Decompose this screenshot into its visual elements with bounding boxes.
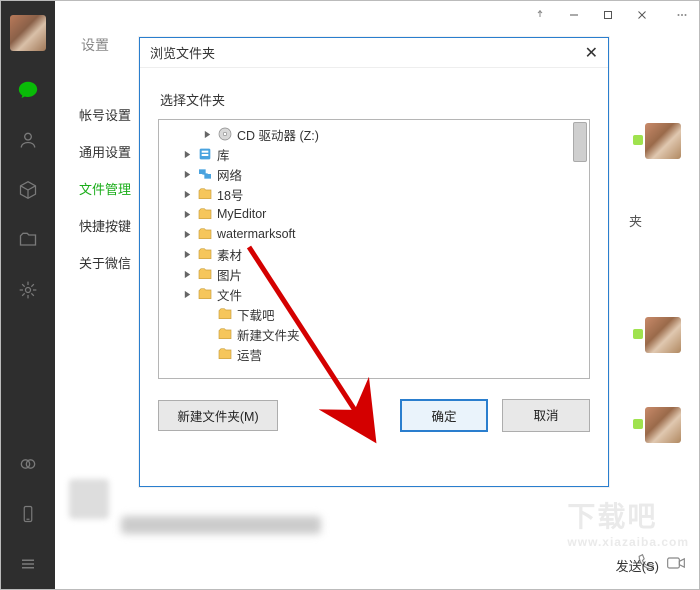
ok-button[interactable]: 确定 [400, 399, 488, 432]
tree-item-label: 18号 [217, 185, 243, 204]
tree-item-label: 素材 [217, 245, 242, 264]
folder-tree[interactable]: CD 驱动器 (Z:) 库网络18号 MyEditor watermarksoft 素材… [158, 119, 590, 379]
tree-item-label: 图片 [217, 265, 242, 284]
scrollbar-handle[interactable] [573, 122, 587, 162]
expander-icon[interactable] [181, 148, 193, 160]
tree-item-label: 运营 [237, 345, 262, 364]
favorites-icon[interactable] [17, 179, 39, 201]
new-folder-button[interactable]: 新建文件夹(M) [158, 400, 278, 431]
cd-icon [217, 126, 233, 142]
folder-icon [197, 286, 213, 302]
bubble-tail-icon [633, 329, 643, 339]
folder-icon [197, 206, 213, 222]
dialog-subtitle: 选择文件夹 [140, 68, 608, 119]
network-icon [197, 166, 213, 182]
more-icon[interactable] [675, 8, 689, 22]
tree-item-label: MyEditor [217, 207, 266, 221]
expander-icon[interactable] [181, 228, 193, 240]
bubble-tail-icon [633, 135, 643, 145]
tree-row[interactable]: 新建文件夹 [161, 324, 587, 344]
menu-icon[interactable] [17, 553, 39, 575]
folder-hint-label: 夹 [629, 211, 642, 230]
expander-icon[interactable] [201, 128, 213, 140]
tree-row[interactable]: 文件 [161, 284, 587, 304]
expander-icon[interactable] [181, 188, 193, 200]
tree-item-label: watermarksoft [217, 227, 296, 241]
phone-icon[interactable] [17, 503, 39, 525]
expander-icon[interactable] [181, 248, 193, 260]
tree-row[interactable]: 网络 [161, 164, 587, 184]
maximize-icon[interactable] [601, 8, 615, 22]
tree-row[interactable]: 18号 [161, 184, 587, 204]
tree-row[interactable]: 运营 [161, 344, 587, 364]
tree-item-label: CD 驱动器 (Z:) [237, 125, 319, 144]
left-sidebar [1, 1, 55, 589]
files-icon[interactable] [17, 229, 39, 251]
folder-icon [197, 186, 213, 202]
tree-item-label: 库 [217, 145, 230, 164]
expander-icon[interactable] [181, 268, 193, 280]
send-button[interactable]: 发送(S) [616, 556, 659, 575]
browse-folder-dialog: 浏览文件夹 ✕ 选择文件夹 CD 驱动器 (Z:) 库网络18号 MyEditor w… [139, 37, 609, 487]
folder-icon [197, 226, 213, 242]
avatar[interactable] [10, 15, 46, 51]
folder-icon [197, 246, 213, 262]
bubble-tail-icon [633, 419, 643, 429]
chat-icon[interactable] [17, 79, 39, 101]
window-titlebar [55, 1, 699, 29]
tree-item-label: 新建文件夹 [237, 325, 300, 344]
blurred-text [121, 516, 321, 534]
dialog-close-icon[interactable]: ✕ [585, 43, 598, 63]
contact-avatar[interactable] [645, 123, 681, 159]
contact-avatar[interactable] [645, 407, 681, 443]
expander-icon[interactable] [201, 308, 213, 320]
tree-row[interactable]: MyEditor [161, 204, 587, 224]
expander-icon[interactable] [201, 328, 213, 340]
tree-row[interactable]: 图片 [161, 264, 587, 284]
folder-icon [217, 306, 233, 322]
folder-icon [197, 266, 213, 282]
tree-row[interactable]: CD 驱动器 (Z:) [161, 124, 587, 144]
tree-item-label: 下载吧 [237, 305, 275, 324]
pin-icon[interactable] [533, 8, 547, 22]
tree-item-label: 文件 [217, 285, 242, 304]
expander-icon[interactable] [181, 168, 193, 180]
expander-icon[interactable] [181, 288, 193, 300]
expander-icon[interactable] [201, 348, 213, 360]
folder-icon [217, 326, 233, 342]
close-icon[interactable] [635, 8, 649, 22]
video-call-icon[interactable] [665, 553, 687, 573]
tree-row[interactable]: watermarksoft [161, 224, 587, 244]
folder-icon [217, 346, 233, 362]
cancel-button[interactable]: 取消 [502, 399, 590, 432]
dialog-title: 浏览文件夹 [150, 43, 215, 62]
tree-item-label: 网络 [217, 165, 242, 184]
contacts-icon[interactable] [17, 129, 39, 151]
library-icon [197, 146, 213, 162]
tree-row[interactable]: 库 [161, 144, 587, 164]
expander-icon[interactable] [181, 208, 193, 220]
contact-avatar[interactable] [645, 317, 681, 353]
miniapp-icon[interactable] [17, 453, 39, 475]
moments-icon[interactable] [17, 279, 39, 301]
minimize-icon[interactable] [567, 8, 581, 22]
tree-row[interactable]: 下载吧 [161, 304, 587, 324]
blurred-avatar [69, 479, 109, 519]
tree-row[interactable]: 素材 [161, 244, 587, 264]
